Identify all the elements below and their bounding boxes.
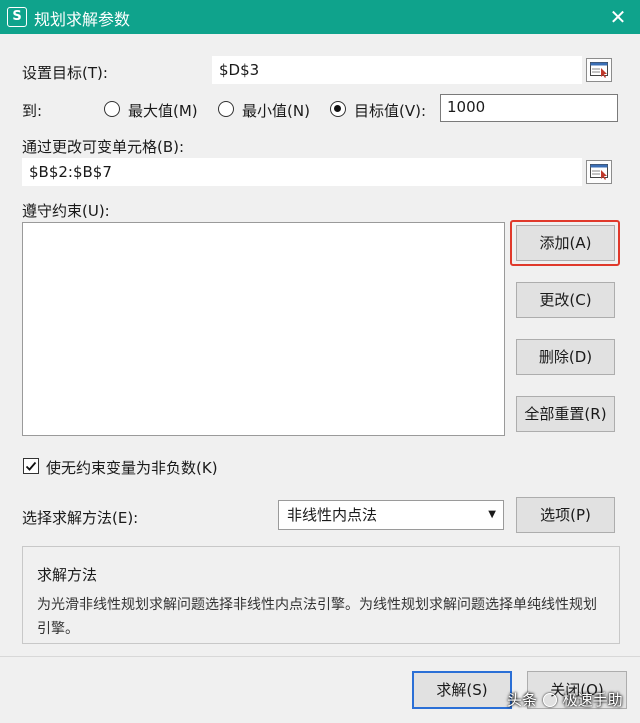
radio-min-label: 最小值(N): [242, 102, 310, 120]
changing-cells-range-picker-button[interactable]: [586, 160, 612, 184]
add-button-highlight: [510, 220, 620, 266]
checkmark-icon: [25, 461, 37, 471]
solving-method-title: 求解方法: [37, 566, 98, 584]
window-title: 规划求解参数: [34, 10, 131, 29]
constraints-label: 遵守约束(U):: [22, 202, 110, 220]
footer-divider: [0, 656, 640, 657]
constraints-list[interactable]: [22, 222, 505, 436]
radio-max-label: 最大值(M): [128, 102, 198, 120]
solving-method-group: 求解方法 为光滑非线性规划求解问题选择非线性内点法引擎。为线性规划求解问题选择单…: [22, 546, 620, 644]
reset-all-button[interactable]: 全部重置(R): [516, 396, 615, 432]
objective-label: 设置目标(T):: [22, 64, 108, 82]
method-label: 选择求解方法(E):: [22, 509, 139, 527]
method-selected-value: 非线性内点法: [287, 506, 378, 524]
at-icon: [542, 693, 557, 707]
objective-input[interactable]: $D$3: [212, 56, 582, 84]
radio-min[interactable]: [218, 101, 234, 117]
nonnegative-checkbox[interactable]: [23, 458, 39, 474]
radio-target-value[interactable]: [330, 101, 346, 117]
objective-range-picker-button[interactable]: [586, 58, 612, 82]
changing-cells-label: 通过更改可变单元格(B):: [22, 138, 185, 156]
radio-target-value-label: 目标值(V):: [354, 102, 427, 120]
changing-cells-input[interactable]: $B$2:$B$7: [22, 158, 582, 186]
method-select[interactable]: 非线性内点法 ▼: [278, 500, 504, 530]
range-select-icon: [590, 164, 608, 180]
close-icon[interactable]: ✕: [600, 2, 636, 32]
watermark: 头条 极速手助: [507, 683, 637, 717]
radio-max[interactable]: [104, 101, 120, 117]
chevron-down-icon: ▼: [488, 509, 496, 520]
target-value-input[interactable]: 1000: [440, 94, 618, 122]
nonnegative-label: 使无约束变量为非负数(K): [46, 459, 218, 477]
change-constraint-button[interactable]: 更改(C): [516, 282, 615, 318]
title-bar: S 规划求解参数 ✕: [0, 0, 640, 34]
watermark-prefix: 头条: [507, 691, 538, 709]
solving-method-description: 为光滑非线性规划求解问题选择非线性内点法引擎。为线性规划求解问题选择单纯线性规划…: [37, 597, 597, 637]
to-label: 到:: [22, 102, 43, 120]
app-logo-icon: S: [7, 7, 27, 27]
options-button[interactable]: 选项(P): [516, 497, 615, 533]
range-select-icon: [590, 62, 608, 78]
delete-constraint-button[interactable]: 删除(D): [516, 339, 615, 375]
watermark-suffix: 极速手助: [562, 691, 623, 709]
solve-button[interactable]: 求解(S): [412, 671, 512, 709]
